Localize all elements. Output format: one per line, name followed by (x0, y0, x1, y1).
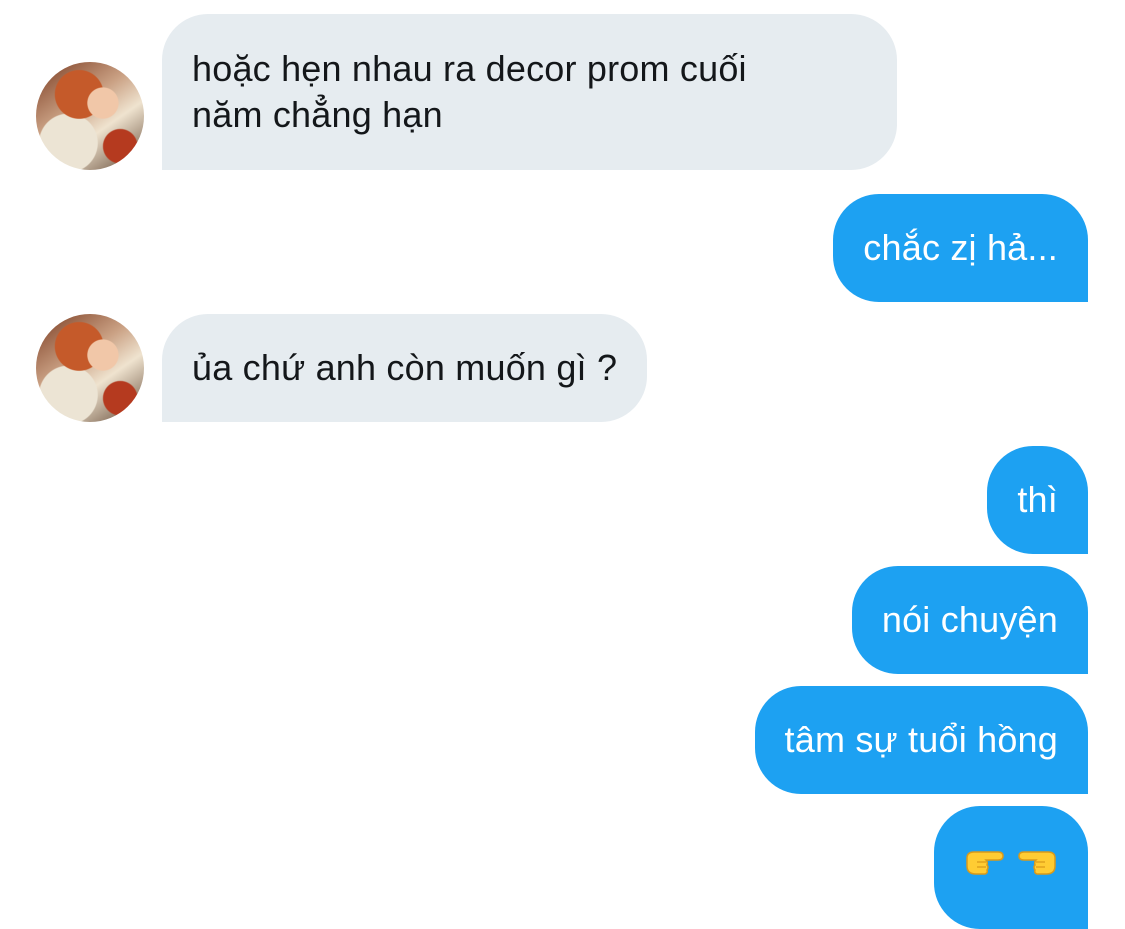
hand-pointing-left-icon (1016, 840, 1058, 882)
sent-message-bubble[interactable]: nói chuyện (851, 566, 1088, 674)
received-message-bubble[interactable]: ủa chứ anh còn muốn gì ? (162, 314, 648, 422)
message-text-line: hoặc hẹn nhau ra decor prom cuối (192, 48, 747, 89)
message-text: thì (1017, 479, 1058, 520)
sent-message-bubble[interactable]: tâm sự tuổi hồng (754, 686, 1088, 794)
message-text: nói chuyện (881, 599, 1058, 640)
emoji-message (964, 840, 1058, 882)
message-text: chắc zị hả... (863, 227, 1058, 268)
sent-message-bubble[interactable] (934, 806, 1088, 929)
message-text: ủa chứ anh còn muốn gì ? (192, 347, 618, 388)
sent-message-bubble[interactable]: chắc zị hả... (833, 194, 1088, 302)
message-text-line: năm chẳng hạn (192, 94, 443, 135)
received-message-bubble[interactable]: hoặc hẹn nhau ra decor prom cuối năm chẳ… (162, 14, 897, 170)
sent-message-bubble[interactable]: thì (987, 446, 1088, 554)
contact-avatar[interactable] (36, 62, 144, 170)
message-text: tâm sự tuổi hồng (784, 719, 1058, 760)
contact-avatar[interactable] (36, 314, 144, 422)
hand-pointing-right-icon (964, 840, 1006, 882)
